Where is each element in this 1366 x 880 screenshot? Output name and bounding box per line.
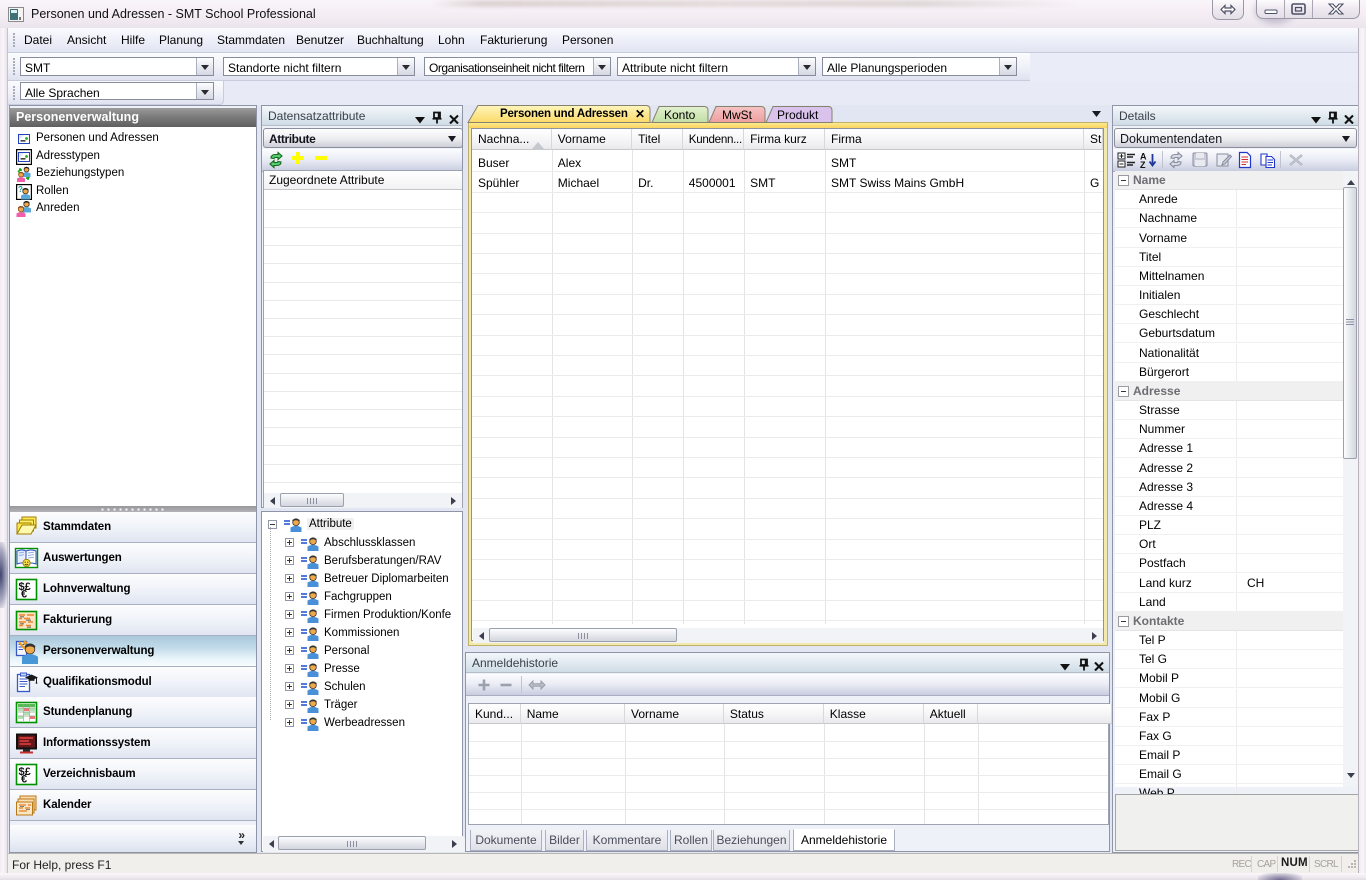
- svg-text:Z: Z: [1140, 160, 1146, 169]
- svg-text:?: ?: [18, 185, 23, 194]
- svg-text:€: €: [21, 588, 27, 600]
- svg-text:€: €: [21, 774, 27, 786]
